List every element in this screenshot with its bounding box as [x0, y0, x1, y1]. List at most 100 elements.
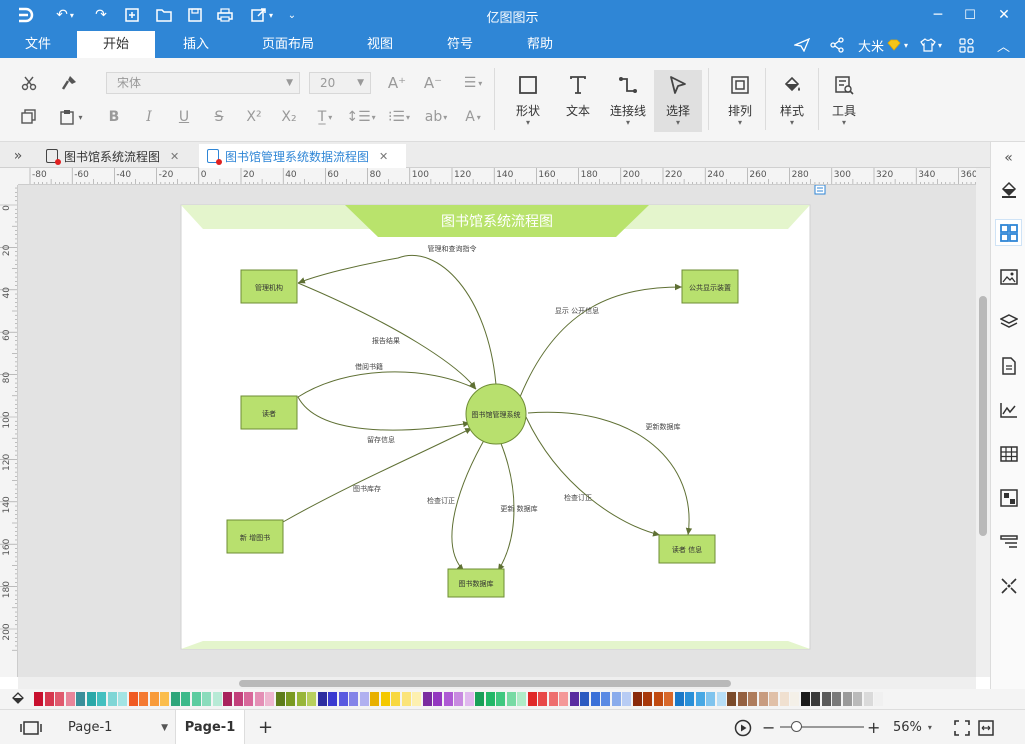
color-swatch[interactable]: [181, 692, 190, 706]
superscript-button[interactable]: X²: [241, 106, 267, 128]
color-swatch[interactable]: [790, 692, 799, 706]
color-swatch[interactable]: [506, 692, 516, 706]
color-swatch[interactable]: [527, 692, 537, 706]
color-swatch[interactable]: [580, 692, 589, 706]
color-swatch[interactable]: [475, 692, 484, 706]
close-icon[interactable]: ✕: [379, 150, 388, 163]
increase-font-button[interactable]: A⁺: [384, 72, 410, 94]
color-swatch[interactable]: [443, 692, 453, 706]
share-button[interactable]: [829, 35, 845, 55]
color-swatch[interactable]: [454, 692, 463, 706]
cut-button[interactable]: [16, 72, 42, 94]
page-panel-button[interactable]: [995, 352, 1022, 379]
flow-label-check-order-2[interactable]: 检查订正: [564, 493, 592, 502]
color-swatch[interactable]: [223, 692, 232, 706]
font-color-button[interactable]: A ▾: [456, 106, 490, 128]
color-swatch[interactable]: [160, 692, 169, 706]
color-swatch[interactable]: [706, 692, 715, 706]
group-panel-button[interactable]: [995, 484, 1022, 511]
color-swatch[interactable]: [328, 692, 337, 706]
flow-label-leave-info[interactable]: 留存信息: [367, 435, 395, 444]
color-swatch[interactable]: [863, 692, 873, 706]
tab-library-data-flowchart[interactable]: 图书馆管理系统数据流程图 ✕: [199, 144, 406, 168]
color-swatch[interactable]: [538, 692, 547, 706]
color-swatch[interactable]: [769, 692, 778, 706]
collapse-right-panel-button[interactable]: «: [995, 144, 1022, 171]
shape-button[interactable]: 形状 ▾: [504, 70, 552, 132]
color-swatch[interactable]: [674, 692, 684, 706]
color-swatch[interactable]: [244, 692, 253, 706]
undo-button[interactable]: ↶ ▾: [52, 4, 78, 26]
app-logo[interactable]: [14, 4, 38, 26]
color-swatch[interactable]: [811, 692, 820, 706]
bullet-list-button[interactable]: ⁝☰ ▾: [382, 106, 416, 128]
color-swatch[interactable]: [107, 692, 117, 706]
font-size-select[interactable]: 20 ▼: [309, 72, 371, 94]
flow-label-show-public[interactable]: 显示 公开信息: [555, 306, 599, 315]
color-swatch[interactable]: [643, 692, 652, 706]
color-swatch[interactable]: [265, 692, 274, 706]
flow-label-update-db-2[interactable]: 更新数据库: [646, 422, 681, 431]
color-swatch[interactable]: [632, 692, 642, 706]
close-icon[interactable]: ✕: [170, 150, 179, 163]
font-family-select[interactable]: 宋体 ▼: [106, 72, 300, 94]
maximize-button[interactable]: ☐: [954, 0, 986, 30]
tab-library-system-flowchart[interactable]: 图书馆系统流程图 ✕: [38, 144, 196, 168]
vertical-scroll-thumb[interactable]: [979, 296, 987, 536]
color-swatch[interactable]: [118, 692, 127, 706]
format-painter-button[interactable]: [56, 72, 82, 94]
flow-label-borrow[interactable]: 借阅书籍: [355, 362, 383, 371]
format-panel-button[interactable]: [995, 528, 1022, 555]
page-view-button[interactable]: [20, 710, 42, 744]
color-swatch[interactable]: [496, 692, 505, 706]
color-swatch[interactable]: [737, 692, 747, 706]
color-swatch[interactable]: [317, 692, 327, 706]
color-swatch[interactable]: [569, 692, 579, 706]
color-swatch[interactable]: [34, 692, 43, 706]
arrange-button[interactable]: 排列 ▾: [716, 70, 764, 132]
zoom-level-select[interactable]: 56% ▾: [893, 710, 941, 744]
color-swatch[interactable]: [433, 692, 442, 706]
color-swatch[interactable]: [44, 692, 54, 706]
fullscreen-button[interactable]: [954, 710, 970, 744]
flow-label-report[interactable]: 报告结果: [372, 336, 400, 345]
minimize-button[interactable]: ─: [922, 0, 954, 30]
color-swatch[interactable]: [664, 692, 673, 706]
zoom-out-button[interactable]: −: [762, 710, 775, 744]
color-swatch[interactable]: [590, 692, 600, 706]
subscript-button[interactable]: X₂: [276, 106, 302, 128]
menu-page-layout[interactable]: 页面布局: [252, 31, 324, 58]
color-swatch[interactable]: [832, 692, 841, 706]
close-button[interactable]: ✕: [988, 0, 1020, 30]
color-swatch[interactable]: [286, 692, 295, 706]
expand-left-panel-button[interactable]: »: [6, 144, 30, 168]
add-page-button[interactable]: +: [258, 710, 273, 744]
color-swatch[interactable]: [685, 692, 694, 706]
apps-button[interactable]: [959, 35, 974, 55]
open-button[interactable]: [153, 4, 175, 26]
color-swatch[interactable]: [65, 692, 75, 706]
drawing-canvas[interactable]: 图书馆系统流程图 图书馆管理系统 管理机构 读者 新 增图书 公共显示装置 读者…: [18, 185, 976, 677]
zoom-in-button[interactable]: +: [867, 710, 880, 744]
color-swatch[interactable]: [307, 692, 316, 706]
color-swatch[interactable]: [548, 692, 558, 706]
menu-home[interactable]: 开始: [77, 31, 155, 58]
color-swatch[interactable]: [800, 692, 810, 706]
image-panel-button[interactable]: [995, 263, 1022, 290]
symbols-panel-button[interactable]: [995, 219, 1022, 246]
flow-label-update-db-1[interactable]: 更新 数据库: [500, 504, 537, 513]
vertical-ruler[interactable]: 0 20 40 60 80 100 120 140 160 180 200: [0, 185, 18, 677]
color-swatch[interactable]: [76, 692, 85, 706]
page-tab[interactable]: Page-1: [175, 710, 245, 744]
color-swatch[interactable]: [391, 692, 400, 706]
horizontal-scroll-thumb[interactable]: [239, 680, 731, 687]
text-align-button[interactable]: ☰ ▾: [456, 72, 490, 94]
horizontal-scrollbar[interactable]: [18, 677, 976, 689]
page-selector[interactable]: Page-1 ▼: [68, 710, 168, 744]
color-swatch[interactable]: [853, 692, 862, 706]
color-swatch[interactable]: [212, 692, 222, 706]
color-swatch[interactable]: [821, 692, 831, 706]
decrease-font-button[interactable]: A⁻: [420, 72, 446, 94]
redo-button[interactable]: ↷: [90, 4, 112, 26]
collapse-ribbon-button[interactable]: ︿: [997, 35, 1010, 55]
